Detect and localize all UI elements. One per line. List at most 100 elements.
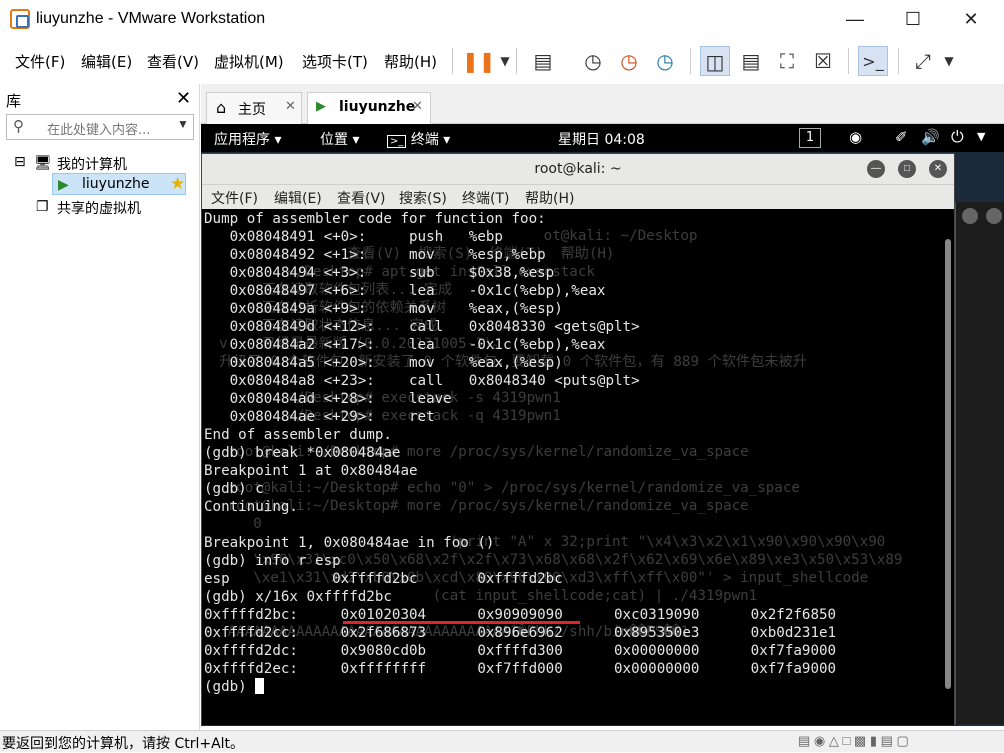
fullscreen-icon[interactable]: ⛶ [772, 46, 802, 76]
terminal-line: 0x08048491 <+0>: push %ebp [204, 229, 503, 245]
search-placeholder: 在此处键入内容... [47, 123, 151, 138]
background-terminal-window[interactable] [955, 202, 1004, 724]
tree-item-vm-label[interactable]: liuyunzhe [82, 176, 150, 192]
terminal-menu-edit[interactable]: 编辑(E) [274, 188, 322, 208]
terminal-line: 0xffffd2ec: 0xffffffff 0xf7ffd000 0x0000… [204, 661, 837, 677]
scrollbar-thumb[interactable] [945, 239, 951, 689]
camera-icon[interactable]: ◉ [849, 128, 862, 146]
terminal-line: 0x0804849a <+9>: mov %eax,(%esp) [204, 301, 563, 317]
menu-help[interactable]: 帮助(H) [384, 51, 437, 72]
maximize-icon[interactable]: □ [898, 160, 916, 178]
terminal-line: Breakpoint 1, 0x080484ae in foo () [204, 535, 495, 551]
terminal-menu-view[interactable]: 查看(V) [337, 188, 386, 208]
close-icon[interactable]: ✕ [929, 160, 947, 178]
terminal-title: root@kali: ~ [534, 161, 622, 177]
terminal-line: Breakpoint 1 at 0x80484ae [204, 463, 418, 479]
chevron-down-icon[interactable]: ▼ [177, 117, 189, 131]
terminal-menu[interactable]: >_ 终端 ▾ [387, 129, 450, 149]
tab-home-label: 主页 [238, 102, 266, 118]
thumbnail-view-icon[interactable]: ▤ [736, 46, 766, 76]
shared-vm-icon: ❐ [36, 198, 49, 214]
maximize-icon[interactable] [962, 208, 978, 224]
vm-running-icon: ▶ [316, 99, 326, 114]
terminal-label: 终端 [410, 132, 439, 148]
power-icon[interactable]: ⏻ [951, 127, 964, 147]
library-search-input[interactable]: ⚲ 在此处键入内容... ▼ [6, 114, 194, 140]
terminal-line: 0x080484ae <+29>: ret [204, 409, 435, 425]
terminal-line: End of assembler dump. [204, 427, 392, 443]
places-menu[interactable]: 位置 ▾ [320, 129, 359, 149]
terminal-title-bar: root@kali: ~ — □ ✕ [202, 154, 954, 185]
terminal-line: Dump of assembler code for function foo: [204, 211, 546, 227]
terminal-menu-bar: 文件(F) 编辑(E) 查看(V) 搜索(S) 终端(T) 帮助(H) [202, 185, 954, 209]
close-icon[interactable]: ✕ [176, 88, 191, 109]
console-view-icon[interactable]: >_ [858, 46, 888, 76]
pause-icon[interactable]: ❚❚ [462, 46, 496, 76]
tab-liuyunzhe[interactable]: ▶ liuyunzhe ✕ [307, 92, 431, 124]
text-cursor [255, 678, 265, 694]
menu-tabs[interactable]: 选项卡(T) [302, 51, 368, 72]
terminal-line: 0x08048494 <+3>: sub $0x38,%esp [204, 265, 555, 281]
terminal-line: 0x080484a2 <+17>: lea -0x1c(%ebp),%eax [204, 337, 606, 353]
unity-icon[interactable]: ☒ [808, 46, 838, 76]
snapshot-icon[interactable]: ◷ [578, 46, 608, 76]
terminal-scrollbar[interactable] [942, 209, 954, 725]
minimize-button[interactable]: — [832, 0, 878, 38]
close-icon[interactable]: ✕ [285, 99, 296, 114]
applications-menu[interactable]: 应用程序 ▾ [214, 129, 281, 149]
vmware-logo-icon [10, 9, 30, 29]
workspace-indicator[interactable]: 1 [799, 128, 821, 148]
tab-home[interactable]: ⌂ 主页 ✕ [206, 92, 302, 124]
terminal-icon: >_ [387, 135, 407, 148]
chevron-down-icon[interactable]: ▼ [977, 130, 985, 143]
computer-icon: 🖥 [34, 154, 52, 170]
terminal-line: (gdb) x/16x 0xffffd2bc [204, 589, 392, 605]
chevron-down-icon[interactable]: ▼ [934, 46, 964, 76]
tree-item-my-computer[interactable]: 我的计算机 [57, 154, 127, 174]
status-bar: 要返回到您的计算机，请按 Ctrl+Alt。 ▤ ◉ △ □ ▩ ▮ ▤ ▢ [0, 730, 1004, 752]
device-icons[interactable]: ▤ ◉ △ □ ▩ ▮ ▤ ▢ [798, 733, 909, 749]
terminal-output[interactable]: ot@kali: ~/Desktop 查看(V) 搜索(S) 终端(T) 帮助(… [202, 209, 942, 725]
terminal-menu-help[interactable]: 帮助(H) [525, 188, 574, 208]
menu-file[interactable]: 文件(F) [15, 51, 65, 72]
pen-icon[interactable]: ✐ [895, 128, 908, 146]
menu-vm[interactable]: 虚拟机(M) [214, 51, 284, 72]
tree-collapse-toggle[interactable]: ⊟ [14, 154, 26, 170]
volume-icon[interactable]: 🔊 [921, 128, 940, 146]
clock[interactable]: 星期日 04:08 [558, 129, 645, 149]
terminal-line: 0x080484a5 <+20>: mov %eax,(%esp) [204, 355, 563, 371]
terminal-menu-terminal[interactable]: 终端(T) [462, 188, 509, 208]
revert-snapshot-icon[interactable]: ◷ [614, 46, 644, 76]
tree-item-shared-vms[interactable]: 共享的虚拟机 [57, 198, 141, 218]
tab-vm-label: liuyunzhe [339, 99, 416, 115]
applications-label: 应用程序 [214, 132, 270, 148]
terminal-menu-file[interactable]: 文件(F) [211, 188, 258, 208]
terminal-line: (gdb) info r esp [204, 553, 341, 569]
close-button[interactable]: ✕ [948, 0, 994, 38]
terminal-menu-search[interactable]: 搜索(S) [399, 188, 447, 208]
tab-strip: ⌂ 主页 ✕ ▶ liuyunzhe ✕ [201, 84, 1004, 124]
terminal-line: (gdb) c [204, 481, 264, 497]
close-icon[interactable]: ✕ [412, 99, 423, 114]
window-title: liuyunzhe - VMware Workstation [36, 10, 266, 27]
terminal-line: Continuing. [204, 499, 298, 515]
library-view-icon[interactable]: ◫ [700, 46, 730, 76]
favorite-star-icon[interactable]: ★ [170, 174, 185, 194]
status-message: 要返回到您的计算机，请按 Ctrl+Alt。 [2, 736, 245, 752]
terminal-line: 0x080484a8 <+23>: call 0x8048340 <puts@p… [204, 373, 640, 389]
library-title: 库 [6, 92, 22, 110]
terminal-line: esp 0xffffd2bc 0xffffd2bc [204, 571, 563, 587]
minimize-icon[interactable]: — [867, 160, 885, 178]
send-ctrl-alt-del-icon[interactable]: ▤ [528, 46, 558, 76]
menu-view[interactable]: 查看(V) [147, 51, 199, 72]
menu-edit[interactable]: 编辑(E) [81, 51, 132, 72]
maximize-button[interactable]: ☐ [890, 0, 936, 38]
library-header: 库 ✕ [0, 84, 200, 114]
places-label: 位置 [320, 132, 348, 148]
terminal-line: 0x0804849d <+12>: call 0x8048330 <gets@p… [204, 319, 640, 335]
terminal-line: 0xffffd2cc: 0x2f686873 0x896e6962 0x8953… [204, 625, 837, 641]
terminal-window[interactable]: root@kali: ~ — □ ✕ 文件(F) 编辑(E) 查看(V) 搜索(… [201, 153, 955, 725]
close-icon[interactable] [986, 208, 1002, 224]
snapshot-manager-icon[interactable]: ◷ [650, 46, 680, 76]
